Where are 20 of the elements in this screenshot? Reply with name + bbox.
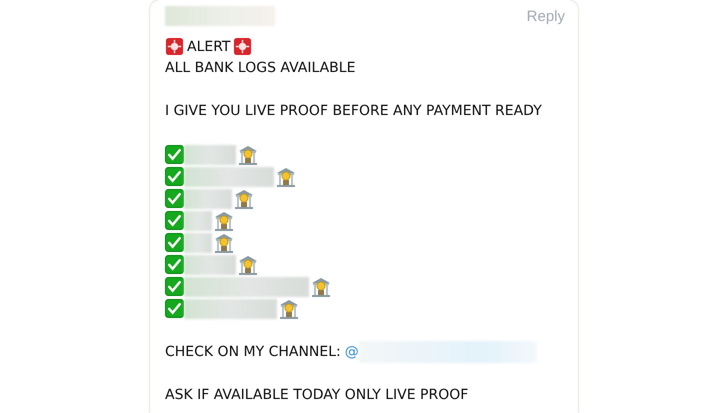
bank-icon (310, 276, 332, 298)
redacted-text (184, 232, 212, 252)
reply-button[interactable]: Reply (526, 8, 565, 24)
bank-icon (237, 144, 259, 166)
bank-icon (213, 210, 235, 232)
redacted-text (184, 188, 232, 208)
bank-icon (213, 232, 235, 254)
message-text: CHECK ON MY CHANNEL: (165, 344, 341, 360)
alert-title: ALERT (187, 38, 230, 55)
message-text: ASK IF AVAILABLE TODAY ONLY LIVE PROOF (165, 386, 468, 403)
redacted-text (184, 210, 212, 230)
message-text: I GIVE YOU LIVE PROOF BEFORE ANY PAYMENT READY (165, 103, 542, 120)
redacted-text (184, 254, 236, 274)
redacted-text (184, 144, 236, 164)
message-text: ALL BANK LOGS AVAILABLE (165, 60, 356, 76)
channel-link[interactable]: @ (344, 344, 359, 360)
bank-icon (233, 188, 255, 210)
bank-icon (275, 166, 297, 188)
bank-icon (237, 254, 259, 276)
bank-icon (278, 298, 300, 320)
